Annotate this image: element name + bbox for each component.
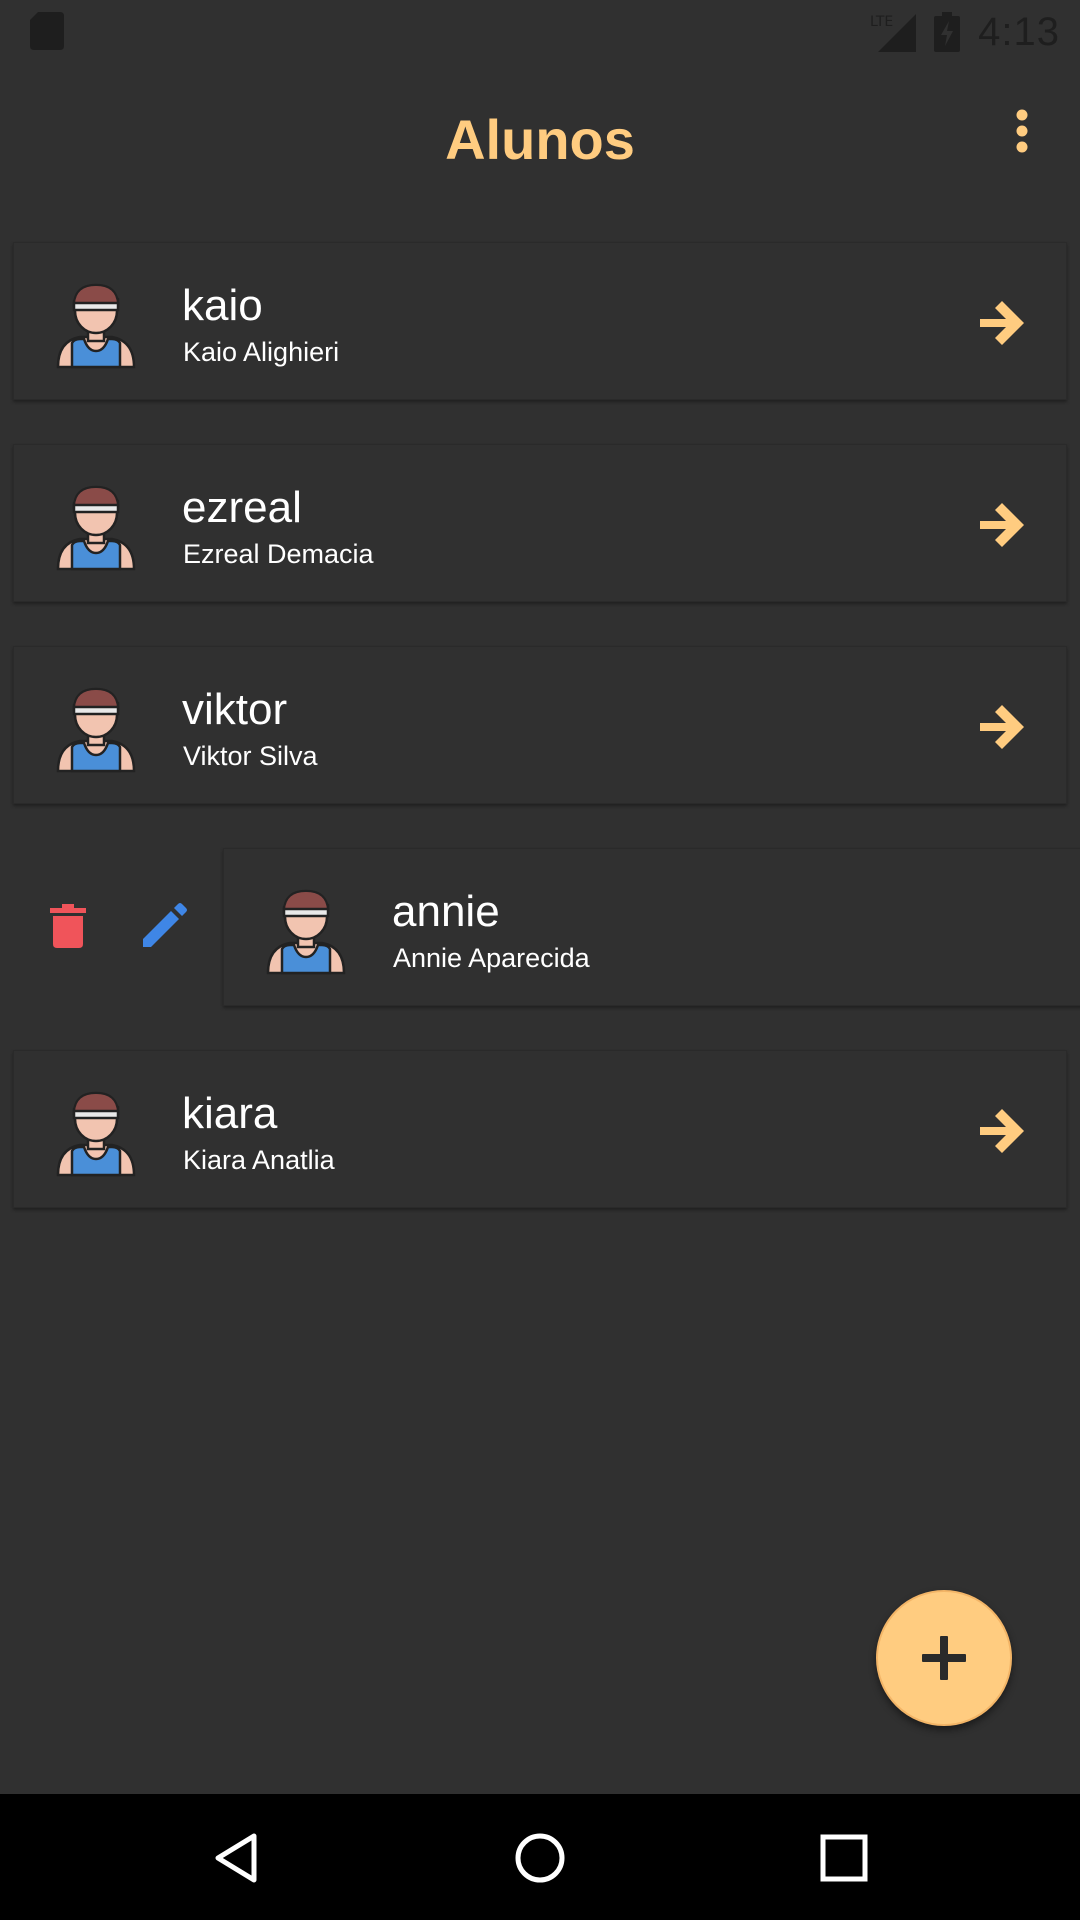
- student-avatar-icon: [50, 277, 142, 369]
- student-username: kaio: [182, 281, 263, 330]
- add-student-button[interactable]: [876, 1590, 1012, 1726]
- pencil-icon: [143, 903, 187, 947]
- student-card-viktor[interactable]: viktor Viktor Silva: [13, 646, 1067, 804]
- arrow-right-icon[interactable]: [976, 701, 1028, 753]
- more-options-button[interactable]: [994, 103, 1050, 159]
- signal-icon: LTE: [870, 14, 917, 52]
- battery-charging-icon: [934, 12, 961, 52]
- arrow-right-icon[interactable]: [976, 297, 1028, 349]
- network-type-label: LTE: [870, 14, 893, 30]
- sd-card-icon: [30, 12, 64, 50]
- student-card-annie[interactable]: annie Annie Aparecida: [223, 848, 1080, 1006]
- status-time: 4:13: [978, 9, 1060, 54]
- status-bar: LTE 4:13: [0, 0, 1080, 63]
- student-avatar-icon: [50, 479, 142, 571]
- student-card-kaio[interactable]: kaio Kaio Alighieri: [13, 242, 1067, 400]
- student-username: annie: [392, 887, 500, 936]
- swipe-actions: [0, 848, 222, 1006]
- recents-square-icon[interactable]: [816, 1830, 872, 1886]
- student-card-kiara[interactable]: kiara Kiara Anatlia: [13, 1050, 1067, 1208]
- student-full-name: Kaio Alighieri: [183, 337, 340, 367]
- system-nav-bar: [0, 1794, 1080, 1920]
- status-indicators: LTE 4:13: [870, 8, 1060, 56]
- student-avatar-icon: [50, 1085, 142, 1177]
- student-card-ezreal[interactable]: ezreal Ezreal Demacia: [13, 444, 1067, 602]
- page-title: Alunos: [445, 108, 635, 171]
- back-triangle-icon[interactable]: [210, 1830, 266, 1886]
- trash-icon: [50, 904, 86, 948]
- student-avatar-icon: [260, 883, 352, 975]
- home-circle-icon[interactable]: [512, 1830, 568, 1886]
- arrow-right-icon[interactable]: [976, 499, 1028, 551]
- delete-button[interactable]: [40, 898, 96, 954]
- plus-icon: [922, 1636, 966, 1680]
- arrow-right-icon[interactable]: [976, 1105, 1028, 1157]
- student-full-name: Annie Aparecida: [393, 943, 590, 973]
- app-bar: Alunos: [0, 63, 1080, 217]
- student-row-annie-swiped: annie Annie Aparecida: [0, 848, 1080, 1006]
- student-username: ezreal: [182, 483, 302, 532]
- student-username: viktor: [182, 685, 288, 734]
- student-username: kiara: [182, 1089, 278, 1138]
- more-vert-icon: [1016, 109, 1028, 153]
- student-full-name: Kiara Anatlia: [183, 1145, 335, 1175]
- student-avatar-icon: [50, 681, 142, 773]
- student-full-name: Viktor Silva: [183, 741, 318, 771]
- edit-button[interactable]: [136, 898, 192, 954]
- student-full-name: Ezreal Demacia: [183, 539, 374, 569]
